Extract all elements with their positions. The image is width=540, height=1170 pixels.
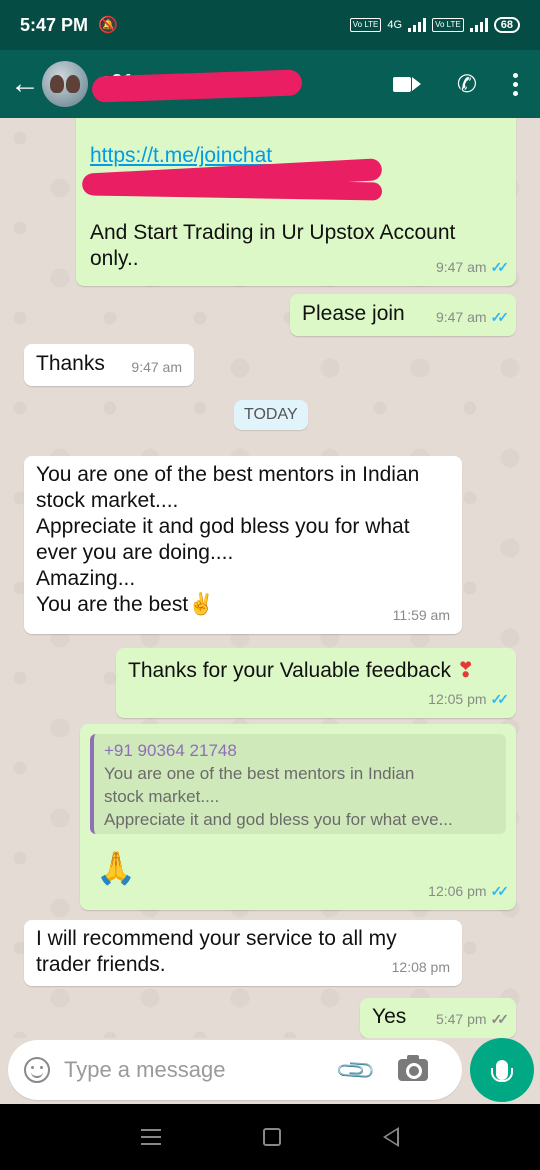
message-meta: 12:08 pm bbox=[392, 954, 450, 980]
system-nav-bar bbox=[0, 1104, 540, 1170]
message-text-block: I will recommend your service to all my … bbox=[36, 926, 397, 978]
quoted-line: You are one of the best mentors in India… bbox=[104, 764, 415, 783]
message-text: Thanks bbox=[36, 352, 105, 375]
message-text: And Start Trading in Ur Upstox Account o… bbox=[90, 221, 456, 270]
microphone-icon bbox=[491, 1060, 513, 1082]
message-bubble-incoming[interactable]: I will recommend your service to all my … bbox=[24, 920, 462, 986]
network-type: 4G bbox=[387, 19, 403, 31]
message-bubble-incoming[interactable]: You are one of the best mentors in India… bbox=[24, 456, 462, 634]
message-meta: 9:47 am ✓✓ bbox=[435, 304, 510, 330]
volte-badge-1: Vo LTE bbox=[349, 18, 382, 32]
status-indicators: Vo LTE 4G Vo LTE 68 bbox=[349, 17, 520, 33]
message-time: 9:47 am bbox=[131, 359, 182, 375]
message-time: 9:47 am bbox=[435, 259, 487, 275]
header-actions: ✆ bbox=[392, 70, 518, 99]
message-text-block: You are one of the best mentors in India… bbox=[36, 462, 419, 618]
message-line: Amazing... bbox=[36, 567, 136, 590]
message-bubble-outgoing[interactable]: +91 90364 21748 You are one of the best … bbox=[80, 724, 516, 910]
folded-hands-emoji: 🙏 bbox=[96, 850, 136, 886]
message-box: 📎 bbox=[8, 1040, 462, 1100]
voice-call-icon[interactable]: ✆ bbox=[457, 70, 477, 99]
signal-icon-2 bbox=[469, 18, 488, 32]
status-time: 5:47 PM bbox=[20, 14, 89, 35]
message-meta: 11:59 am bbox=[393, 602, 450, 628]
message-time: 11:59 am bbox=[392, 607, 450, 623]
read-ticks-icon: ✓✓ bbox=[490, 691, 510, 707]
message-line-text: You are the best bbox=[36, 593, 189, 616]
message-text: Please join bbox=[302, 302, 405, 325]
status-bar: 5:47 PM 🔕 Vo LTE 4G Vo LTE 68 bbox=[0, 0, 540, 50]
heart-exclamation-emoji: ❣ bbox=[456, 659, 475, 682]
message-bubble-outgoing[interactable]: Thanks for your Valuable feedback ❣ 12:0… bbox=[116, 648, 516, 718]
message-time: 12:08 pm bbox=[391, 959, 450, 975]
camera-icon[interactable] bbox=[398, 1055, 429, 1081]
battery-indicator: 68 bbox=[493, 17, 520, 33]
message-text: Yes bbox=[372, 1005, 407, 1028]
more-options-icon[interactable] bbox=[513, 72, 518, 96]
message-meta: 9:47 am ✓✓ bbox=[435, 254, 510, 280]
emoji-icon[interactable] bbox=[24, 1057, 50, 1083]
attach-icon[interactable]: 📎 bbox=[334, 1048, 379, 1093]
message-meta: 12:05 pm ✓✓ bbox=[428, 686, 510, 712]
chat-area[interactable]: https://t.me/joinchat And Start Trading … bbox=[0, 118, 540, 1038]
message-line: ever you are doing.... bbox=[36, 541, 234, 564]
quoted-line: stock market.... bbox=[104, 787, 220, 806]
message-line: trader friends. bbox=[36, 953, 166, 976]
message-meta: 5:47 pm ✓✓ bbox=[435, 1006, 510, 1032]
message-input[interactable] bbox=[64, 1057, 334, 1083]
victory-hand-emoji: ✌ bbox=[188, 593, 215, 616]
message-time: 5:47 pm bbox=[435, 1011, 487, 1027]
quoted-sender: +91 90364 21748 bbox=[104, 741, 237, 760]
message-meta: 12:06 pm ✓✓ bbox=[428, 878, 510, 904]
message-bubble-incoming[interactable]: Thanks 9:47 am bbox=[24, 344, 194, 386]
message-text: Thanks for your Valuable feedback bbox=[128, 659, 451, 682]
message-time: 12:05 pm bbox=[428, 691, 487, 707]
message-meta: 9:47 am bbox=[131, 354, 182, 380]
contact-name[interactable]: +91 bbox=[91, 69, 303, 103]
back-triangle-icon[interactable] bbox=[383, 1127, 399, 1147]
date-divider: TODAY bbox=[234, 400, 308, 430]
message-bubble-outgoing[interactable]: Yes 5:47 pm ✓✓ bbox=[360, 998, 516, 1038]
message-time: 9:47 am bbox=[435, 309, 487, 325]
message-text-row: Thanks for your Valuable feedback ❣ bbox=[128, 658, 474, 684]
volte-badge-2: Vo LTE bbox=[432, 18, 464, 32]
chat-header: ← +91 ✆ bbox=[0, 50, 540, 118]
video-call-icon[interactable] bbox=[392, 76, 421, 92]
message-line: I will recommend your service to all my bbox=[36, 927, 397, 950]
message-line: You are one of the best mentors in India… bbox=[36, 463, 420, 486]
contact-avatar[interactable] bbox=[42, 61, 88, 107]
message-bubble-outgoing[interactable]: https://t.me/joinchat And Start Trading … bbox=[76, 118, 516, 286]
delivered-ticks-icon: ✓✓ bbox=[490, 1011, 510, 1027]
recent-apps-icon[interactable] bbox=[141, 1129, 161, 1145]
composer-bar: 📎 bbox=[0, 1038, 540, 1104]
message-line: You are the best✌ bbox=[36, 592, 419, 618]
voice-record-button[interactable] bbox=[470, 1038, 534, 1102]
back-arrow-icon[interactable]: ← bbox=[10, 67, 40, 101]
read-ticks-icon: ✓✓ bbox=[490, 259, 510, 275]
read-ticks-icon: ✓✓ bbox=[490, 883, 510, 899]
home-icon[interactable] bbox=[263, 1128, 281, 1146]
read-ticks-icon: ✓✓ bbox=[490, 309, 510, 325]
quoted-message[interactable]: +91 90364 21748 You are one of the best … bbox=[90, 734, 506, 834]
message-bubble-outgoing[interactable]: Please join 9:47 am ✓✓ bbox=[290, 294, 516, 336]
mute-bell-icon: 🔕 bbox=[98, 17, 118, 34]
signal-icon bbox=[408, 18, 427, 32]
quoted-line: Appreciate it and god bless you for what… bbox=[104, 810, 453, 829]
redaction-mark bbox=[85, 177, 383, 201]
message-line: stock market.... bbox=[36, 489, 179, 512]
message-line: Appreciate it and god bless you for what bbox=[36, 515, 410, 538]
message-time: 12:06 pm bbox=[428, 883, 487, 899]
